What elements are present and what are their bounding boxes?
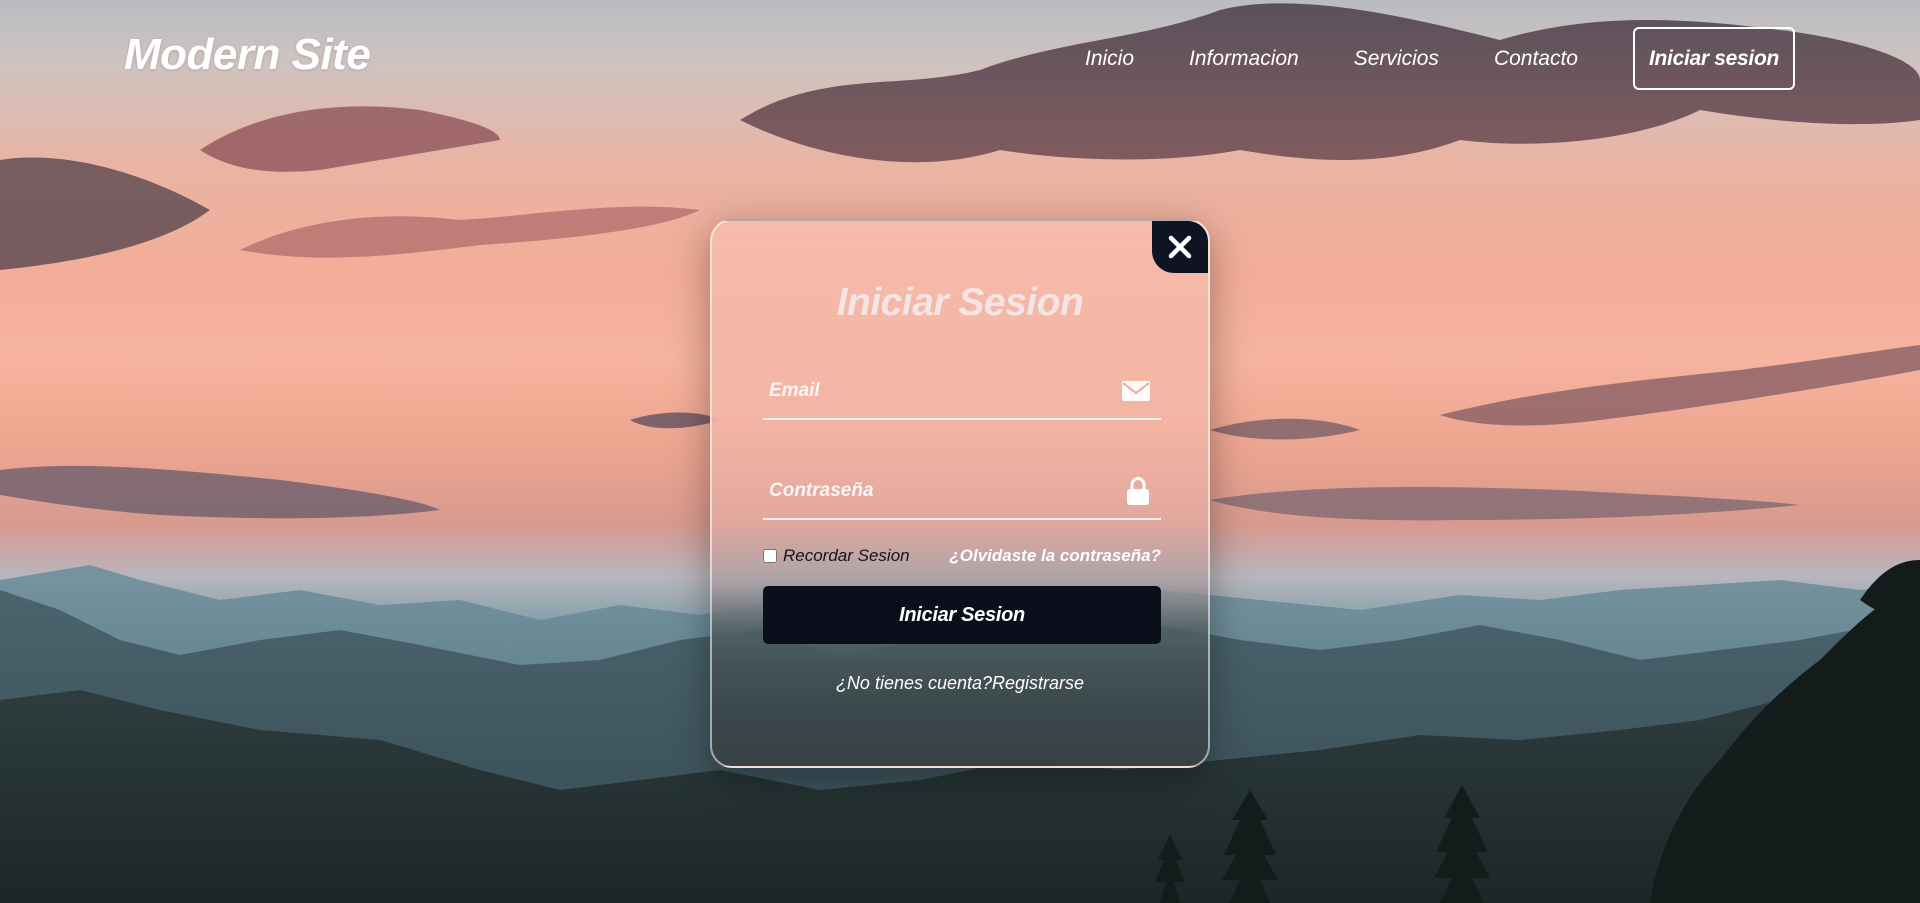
remember-me[interactable]: Recordar Sesion (763, 546, 910, 566)
register-prompt: ¿No tienes cuenta?Registrarse (712, 673, 1208, 694)
login-submit-button[interactable]: Iniciar Sesion (763, 586, 1161, 644)
remember-label: Recordar Sesion (783, 546, 910, 565)
password-field-wrapper (763, 464, 1161, 520)
close-button[interactable] (1152, 221, 1208, 273)
forgot-password-link[interactable]: ¿Olvidaste la contraseña? (949, 546, 1161, 566)
register-link[interactable]: Registrarse (992, 673, 1084, 693)
nav-link-contacto[interactable]: Contacto (1494, 47, 1578, 71)
login-modal: Iniciar Sesion Recordar Sesion ¿Olvidast… (710, 219, 1210, 768)
nav-link-inicio[interactable]: Inicio (1085, 47, 1134, 71)
envelope-icon (1122, 381, 1150, 401)
nav-link-informacion[interactable]: Informacion (1189, 47, 1299, 71)
email-input[interactable] (769, 374, 1109, 408)
site-header: Modern Site Inicio Informacion Servicios… (0, 0, 1920, 118)
password-input[interactable] (769, 474, 1109, 508)
login-options: Recordar Sesion ¿Olvidaste la contraseña… (763, 544, 1161, 568)
nav-link-servicios[interactable]: Servicios (1354, 47, 1439, 71)
email-field-wrapper (763, 364, 1161, 420)
register-question: ¿No tienes cuenta? (835, 673, 993, 693)
remember-checkbox[interactable] (763, 549, 777, 563)
site-logo[interactable]: Modern Site (124, 30, 371, 80)
header-login-button[interactable]: Iniciar sesion (1633, 27, 1795, 90)
lock-icon (1127, 476, 1149, 505)
login-title: Iniciar Sesion (836, 281, 1084, 324)
main-nav: Inicio Informacion Servicios Contacto In… (1085, 27, 1795, 90)
close-icon (1168, 235, 1192, 259)
